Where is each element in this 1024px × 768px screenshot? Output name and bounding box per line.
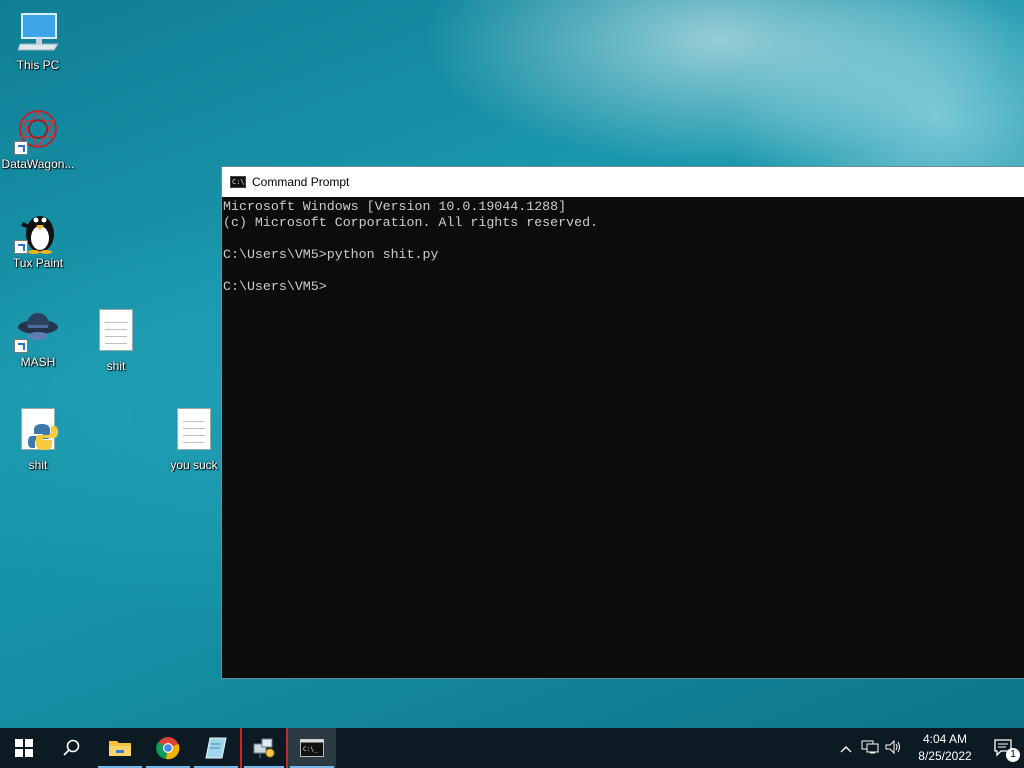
file-explorer-icon	[109, 741, 131, 756]
command-prompt-icon: C:\_	[300, 739, 324, 757]
network-icon[interactable]	[858, 740, 882, 757]
start-button[interactable]	[0, 728, 48, 768]
shortcut-arrow-icon	[14, 240, 28, 254]
this-pc-icon	[14, 8, 62, 56]
volume-icon[interactable]	[882, 739, 906, 757]
network-app-icon	[253, 738, 275, 758]
console-output[interactable]: Microsoft Windows [Version 10.0.19044.12…	[222, 197, 1024, 297]
window-title: Command Prompt	[252, 175, 350, 189]
command-prompt-window[interactable]: C:\ Command Prompt Microsoft Windows [Ve…	[221, 166, 1024, 679]
desktop-icon-datawagon[interactable]: DataWagon...	[0, 107, 76, 171]
search-button[interactable]	[48, 728, 96, 768]
tux-paint-icon	[14, 206, 62, 254]
taskbar-command-prompt[interactable]: C:\_	[288, 728, 336, 768]
desktop-icon-label: MASH	[20, 355, 56, 369]
chrome-icon	[156, 737, 180, 760]
search-icon	[63, 739, 80, 756]
taskbar-network-app[interactable]	[240, 728, 288, 768]
command-prompt-icon: C:\	[230, 176, 246, 188]
desktop-icon-tux-paint[interactable]: Tux Paint	[0, 206, 76, 270]
shortcut-arrow-icon	[14, 141, 28, 155]
text-file-icon	[170, 408, 218, 456]
console-line: C:\Users\VM5>python shit.py	[223, 247, 439, 262]
console-prompt-line: C:\Users\VM5>	[223, 279, 327, 294]
clock-date: 8/25/2022	[918, 749, 972, 763]
desktop-icon-label: shit	[28, 458, 48, 472]
action-center-button[interactable]: 1	[984, 728, 1024, 768]
desktop-icon-shit-py[interactable]: shit	[0, 404, 76, 472]
start-icon	[15, 739, 33, 757]
shortcut-arrow-icon	[14, 339, 28, 353]
chevron-up-icon[interactable]	[834, 741, 858, 756]
desktop-icon-label: This PC	[16, 58, 60, 72]
desktop-icon-shit-txt[interactable]: shit	[78, 305, 154, 373]
window-titlebar[interactable]: C:\ Command Prompt	[222, 167, 1024, 197]
desktop-icon-label: shit	[106, 359, 126, 373]
desktop-icon-mash[interactable]: MASH	[0, 305, 76, 369]
taskbar-chrome[interactable]	[144, 728, 192, 768]
mash-icon	[14, 305, 62, 353]
svg-text:C:\_: C:\_	[303, 746, 318, 753]
taskbar-file-explorer[interactable]	[96, 728, 144, 768]
taskbar-notepad[interactable]	[192, 728, 240, 768]
clock-time: 4:04 AM	[922, 732, 968, 746]
notification-count-badge: 1	[1006, 748, 1020, 762]
text-file-icon	[92, 309, 140, 357]
desktop-icon-label: Tux Paint	[12, 256, 64, 270]
console-line: Microsoft Windows [Version 10.0.19044.12…	[223, 199, 567, 214]
desktop-icon-this-pc[interactable]: This PC	[0, 8, 76, 72]
notepad-icon	[205, 737, 227, 759]
taskbar-clock[interactable]: 4:04 AM 8/25/2022	[906, 731, 984, 765]
python-file-icon	[14, 408, 62, 456]
desktop-icon-label: DataWagon...	[1, 157, 75, 171]
taskbar: C:\_ 4:04 AM 8/25/2022 1	[0, 728, 1024, 768]
system-tray: 4:04 AM 8/25/2022 1	[834, 728, 1024, 768]
datawagon-icon	[14, 107, 62, 155]
console-line: (c) Microsoft Corporation. All rights re…	[223, 215, 599, 230]
